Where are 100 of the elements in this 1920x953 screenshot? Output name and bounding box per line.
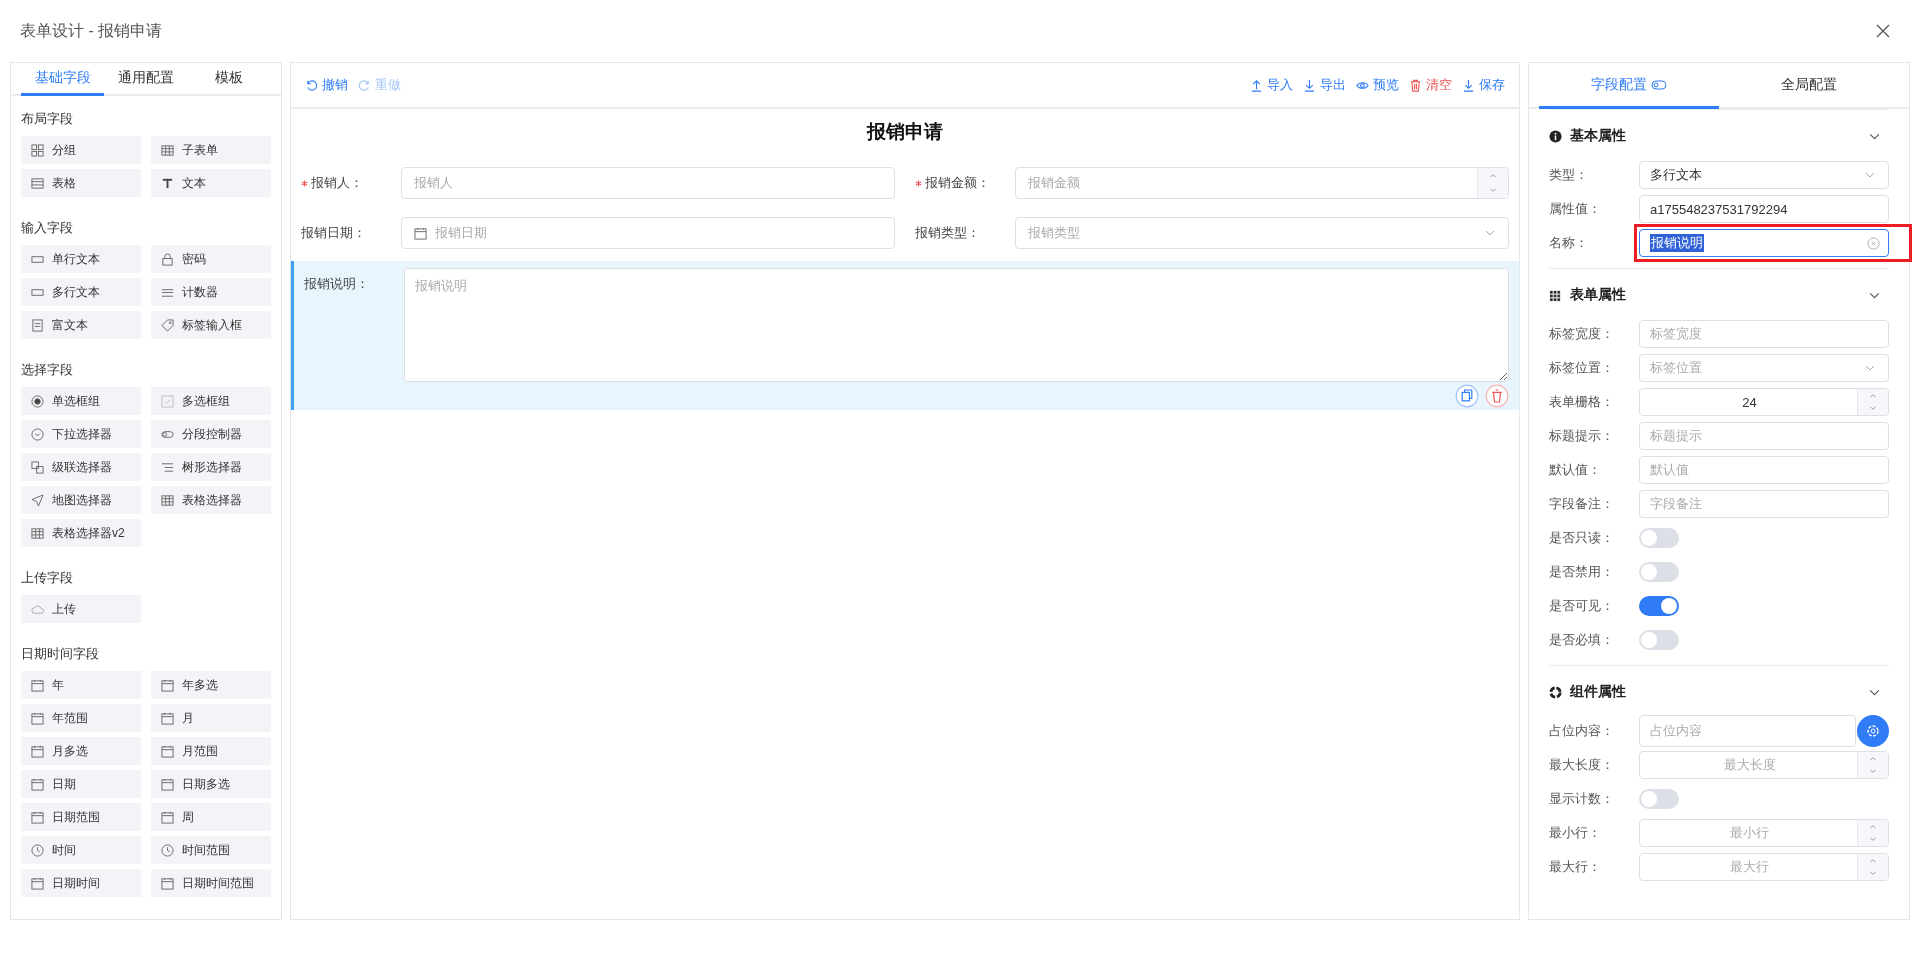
table-icon [161, 143, 174, 157]
field-palette-item[interactable]: 标签输入框 [151, 311, 271, 339]
download-icon [1462, 78, 1475, 92]
clock-icon [31, 843, 44, 857]
field-palette-item[interactable]: 表格 [21, 169, 141, 197]
list-icon [161, 460, 174, 474]
copy-icon[interactable] [1455, 384, 1479, 408]
property-label: 标题提示： [1549, 427, 1615, 445]
group-title: 布局字段 [21, 110, 74, 128]
field-palette-item[interactable]: 年 [21, 671, 141, 699]
toolbar-button[interactable]: 导出 [1303, 76, 1346, 94]
property-label: 表单栅格： [1549, 393, 1615, 411]
selected-field-area[interactable]: 报销说明： 报销说明 [291, 261, 1519, 410]
field-palette-item[interactable]: 时间 [21, 836, 141, 864]
calendar-icon [31, 678, 44, 692]
toolbar-button[interactable]: 导入 [1250, 76, 1293, 94]
field-palette-item[interactable]: 分组 [21, 136, 141, 164]
clear-icon[interactable] [1867, 236, 1880, 250]
field-palette-item[interactable]: 周 [151, 803, 271, 831]
field-palette-item[interactable]: 日期 [21, 770, 141, 798]
field-palette-item[interactable]: 表格选择器v2 [21, 519, 141, 547]
field-palette-item[interactable]: 表格选择器 [151, 486, 271, 514]
field-palette-item[interactable]: 上传 [21, 595, 141, 623]
property-label: 最大行： [1549, 858, 1602, 876]
stepper-control[interactable] [1857, 752, 1888, 778]
toolbar-button[interactable]: 预览 [1356, 76, 1399, 94]
stepper-control[interactable] [1857, 854, 1888, 880]
stepper-control[interactable] [1857, 820, 1888, 846]
palette-tab[interactable]: 通用配置 [104, 63, 188, 96]
palette-tab[interactable]: 模板 [187, 63, 271, 96]
property-label: 最小行： [1549, 824, 1602, 842]
field-palette-item[interactable]: 分段控制器 [151, 420, 271, 448]
delete-icon[interactable] [1485, 384, 1509, 408]
dialog-title: 表单设计 - 报销申请 [20, 20, 163, 41]
field-palette-item[interactable]: 文本 [151, 169, 271, 197]
stepper-control[interactable] [1857, 389, 1888, 415]
input-field[interactable]: 报销说明 [1639, 229, 1889, 257]
stepper-control[interactable] [1477, 168, 1508, 198]
property-label: 名称： [1549, 234, 1589, 252]
field-palette-item[interactable]: 多行文本 [21, 278, 141, 306]
calendar-icon [161, 711, 174, 725]
field-palette-item[interactable]: 级联选择器 [21, 453, 141, 481]
group-title: 上传字段 [21, 569, 74, 587]
config-tab[interactable]: 字段配置 [1539, 63, 1719, 109]
section-header[interactable]: 组件属性 [1549, 674, 1889, 710]
toggle-switch[interactable] [1639, 596, 1679, 616]
toggle-switch[interactable] [1639, 562, 1679, 582]
number-input[interactable]: 24 [1639, 388, 1889, 416]
field-palette-item[interactable]: 日期时间范围 [151, 869, 271, 897]
field-palette-item[interactable]: 年多选 [151, 671, 271, 699]
field-palette-item[interactable]: 地图选择器 [21, 486, 141, 514]
section-header[interactable]: 基本属性 [1549, 118, 1889, 154]
settings-icon[interactable] [1857, 715, 1889, 747]
form-field-area[interactable]: 报销类型： 报销类型 [905, 211, 1519, 255]
form-field-area[interactable]: 报销日期： 报销日期 [291, 211, 905, 255]
palette-tab[interactable]: 基础字段 [21, 63, 105, 96]
field-palette-item[interactable]: 树形选择器 [151, 453, 271, 481]
field-palette-item[interactable]: 月多选 [21, 737, 141, 765]
radio-icon [31, 394, 44, 408]
toolbar-button[interactable]: 保存 [1462, 76, 1505, 94]
property-label: 是否禁用： [1549, 563, 1615, 581]
property-label: 属性值： [1549, 200, 1602, 218]
form-field-area[interactable]: 报销金额： 报销金额 [905, 161, 1519, 205]
field-palette-item[interactable]: 年范围 [21, 704, 141, 732]
toggle-switch[interactable] [1639, 528, 1679, 548]
field-palette-item[interactable]: 计数器 [151, 278, 271, 306]
calendar-icon [161, 876, 174, 890]
field-palette-item[interactable]: 富文本 [21, 311, 141, 339]
close-icon[interactable] [1876, 24, 1890, 38]
field-palette-item[interactable]: 时间范围 [151, 836, 271, 864]
clock-icon [161, 843, 174, 857]
section-header[interactable]: 表单属性 [1549, 277, 1889, 313]
field-palette-item[interactable]: 月 [151, 704, 271, 732]
field-palette-item[interactable]: 多选框组 [151, 387, 271, 415]
send-icon [31, 493, 44, 507]
property-label: 显示计数： [1549, 790, 1615, 808]
field-label: 报销日期： [301, 224, 366, 242]
toolbar-button[interactable]: 清空 [1409, 76, 1452, 94]
field-palette-item[interactable]: 子表单 [151, 136, 271, 164]
grid-icon [31, 143, 44, 157]
field-palette-item[interactable]: 月范围 [151, 737, 271, 765]
table-icon [31, 526, 44, 540]
field-palette-item[interactable]: 单行文本 [21, 245, 141, 273]
field-palette-item[interactable]: 日期多选 [151, 770, 271, 798]
undo-button[interactable]: 撤销 [305, 76, 348, 94]
toggle-switch[interactable] [1639, 630, 1679, 650]
select-field[interactable]: 多行文本 [1639, 161, 1889, 189]
input-field[interactable]: a175548237531792294 [1639, 195, 1889, 223]
lock-icon [161, 252, 174, 266]
tag-icon [161, 318, 174, 332]
field-palette-item[interactable]: 日期范围 [21, 803, 141, 831]
property-label: 标签位置： [1549, 359, 1615, 377]
toggle-switch[interactable] [1639, 789, 1679, 809]
field-palette-item[interactable]: 密码 [151, 245, 271, 273]
field-palette-item[interactable]: 下拉选择器 [21, 420, 141, 448]
textarea-field[interactable]: 报销说明 [404, 268, 1509, 382]
config-tab[interactable]: 全局配置 [1719, 63, 1899, 109]
field-palette-item[interactable]: 单选框组 [21, 387, 141, 415]
form-field-area[interactable]: 报销人： 报销人 [291, 161, 905, 205]
field-palette-item[interactable]: 日期时间 [21, 869, 141, 897]
